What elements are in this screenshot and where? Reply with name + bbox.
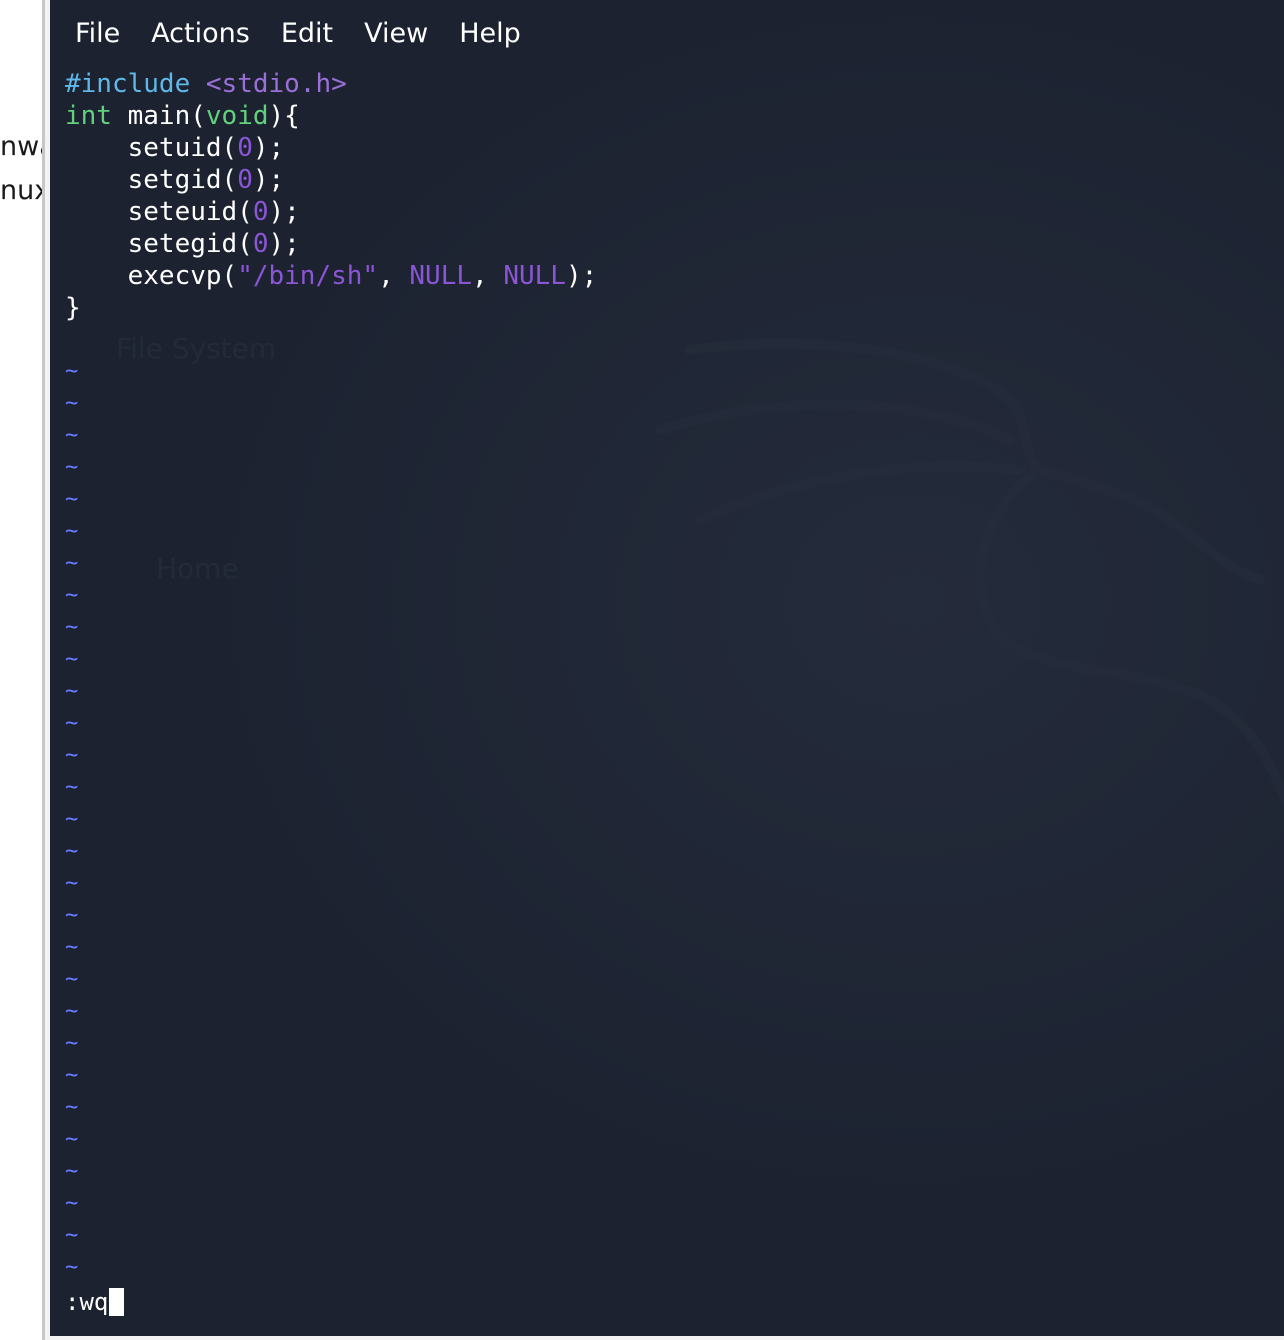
code-token: <stdio.h> [205,69,347,99]
empty-buffer-tilde: ~ [65,1127,79,1152]
code-token: setuid( [65,133,238,163]
code-line: int main(void){ [65,100,1284,132]
empty-buffer-tilde: ~ [65,583,79,608]
background-window-text: nwa [0,131,44,162]
empty-buffer-tilde: ~ [65,1159,79,1184]
empty-buffer-tilde: ~ [65,391,79,416]
empty-buffer-tilde: ~ [65,679,79,704]
empty-buffer-tilde: ~ [65,711,79,736]
empty-buffer-tilde: ~ [65,359,79,384]
menu-actions[interactable]: Actions [150,14,265,58]
empty-buffer-tilde: ~ [65,519,79,544]
code-token: "/bin/sh" [237,261,379,291]
vim-editor-buffer[interactable]: #include <stdio.h> int main(void){ setuid… [65,68,1284,1336]
empty-buffer-tilde: ~ [65,1063,79,1088]
window-border [42,0,45,1340]
command-text: :wq [65,1288,109,1316]
vim-command-line[interactable]: :wq [65,1286,125,1318]
code-token: ); [565,261,598,291]
empty-buffer-tilde: ~ [65,1031,79,1056]
empty-buffer-tilde: ~ [65,551,79,576]
code-token: NULL [503,261,566,291]
empty-buffer-tilde: ~ [65,999,79,1024]
code-token: setgid( [65,165,238,195]
menu-edit[interactable]: Edit [280,14,348,58]
code-token: NULL [409,261,473,291]
empty-buffer-tilde: ~ [65,1095,79,1120]
empty-buffer-tilde: ~ [65,615,79,640]
code-token: seteuid( [65,197,253,227]
code-token: int [65,101,112,131]
code-line: setgid(0); [65,164,1284,196]
code-token: main( [111,101,206,131]
code-token: void [205,101,269,131]
code-token: setegid( [65,229,253,259]
menu-bar: File Actions Edit View Help [74,14,551,58]
background-window: nwa nux [0,0,44,1340]
empty-line [65,324,1284,356]
empty-buffer-tilde: ~ [65,903,79,928]
code-line: execvp("/bin/sh", NULL, NULL); [65,260,1284,292]
empty-buffer-tilde: ~ [65,775,79,800]
menu-file[interactable]: File [74,14,135,58]
code-line: seteuid(0); [65,196,1284,228]
empty-buffer-tilde: ~ [65,487,79,512]
menu-help[interactable]: Help [458,14,536,58]
code-token: 0 [237,133,253,163]
empty-buffer-tilde: ~ [65,1255,79,1280]
code-token: execvp( [65,261,238,291]
empty-buffer-tilde: ~ [65,423,79,448]
terminal-window[interactable]: File System Home File Actions Edit View … [50,0,1284,1336]
code-token: ); [268,229,300,259]
code-token: , [378,261,410,291]
code-line: setuid(0); [65,132,1284,164]
code-token: ); [252,165,285,195]
empty-buffer-tilde: ~ [65,967,79,992]
empty-buffer-tilde: ~ [65,743,79,768]
empty-buffer-tilde: ~ [65,871,79,896]
code-token: , [472,261,504,291]
empty-buffer-tilde: ~ [65,1223,79,1248]
code-token: #include [65,69,206,99]
empty-buffer-tilde: ~ [65,647,79,672]
background-window-text: nux [0,175,44,206]
code-token: ){ [268,101,300,131]
code-line: } [65,292,1284,324]
menu-view[interactable]: View [363,14,443,58]
code-token: 0 [252,197,269,227]
code-line: setegid(0); [65,228,1284,260]
code-line: #include <stdio.h> [65,68,1284,100]
code-token: 0 [237,165,253,195]
empty-buffer-tilde: ~ [65,1191,79,1216]
text-cursor [109,1288,125,1316]
empty-buffer-tilde: ~ [65,839,79,864]
code-token: } [65,293,81,323]
empty-buffer-tilde: ~ [65,455,79,480]
code-token: ); [252,133,285,163]
empty-buffer-tilde: ~ [65,807,79,832]
code-token: ); [268,197,300,227]
empty-buffer-tilde: ~ [65,935,79,960]
code-token: 0 [252,229,269,259]
